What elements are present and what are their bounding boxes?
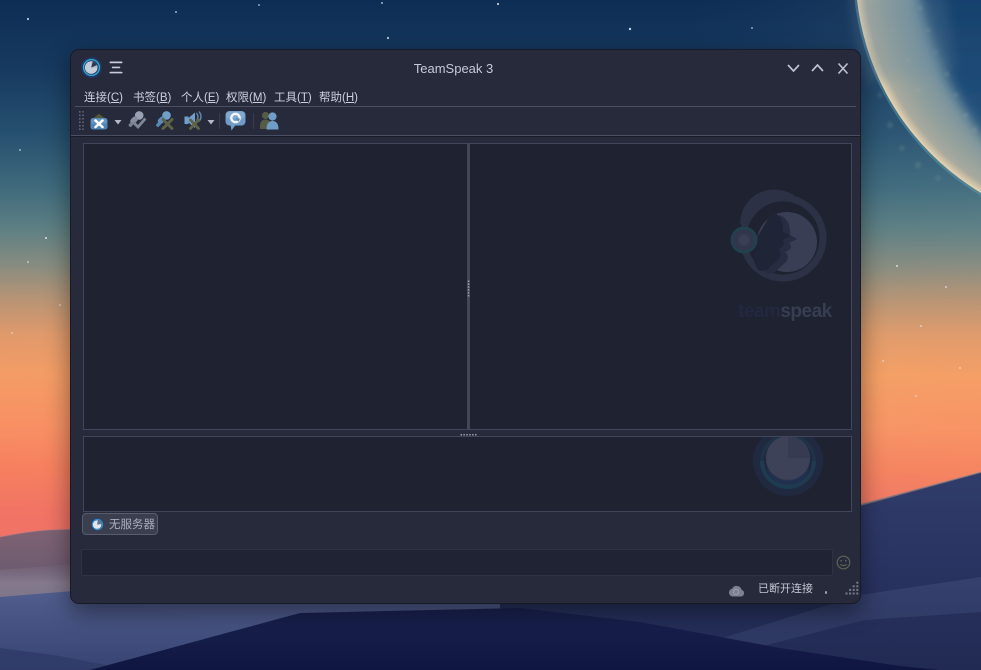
svg-text:teamspeak: teamspeak bbox=[738, 301, 833, 322]
